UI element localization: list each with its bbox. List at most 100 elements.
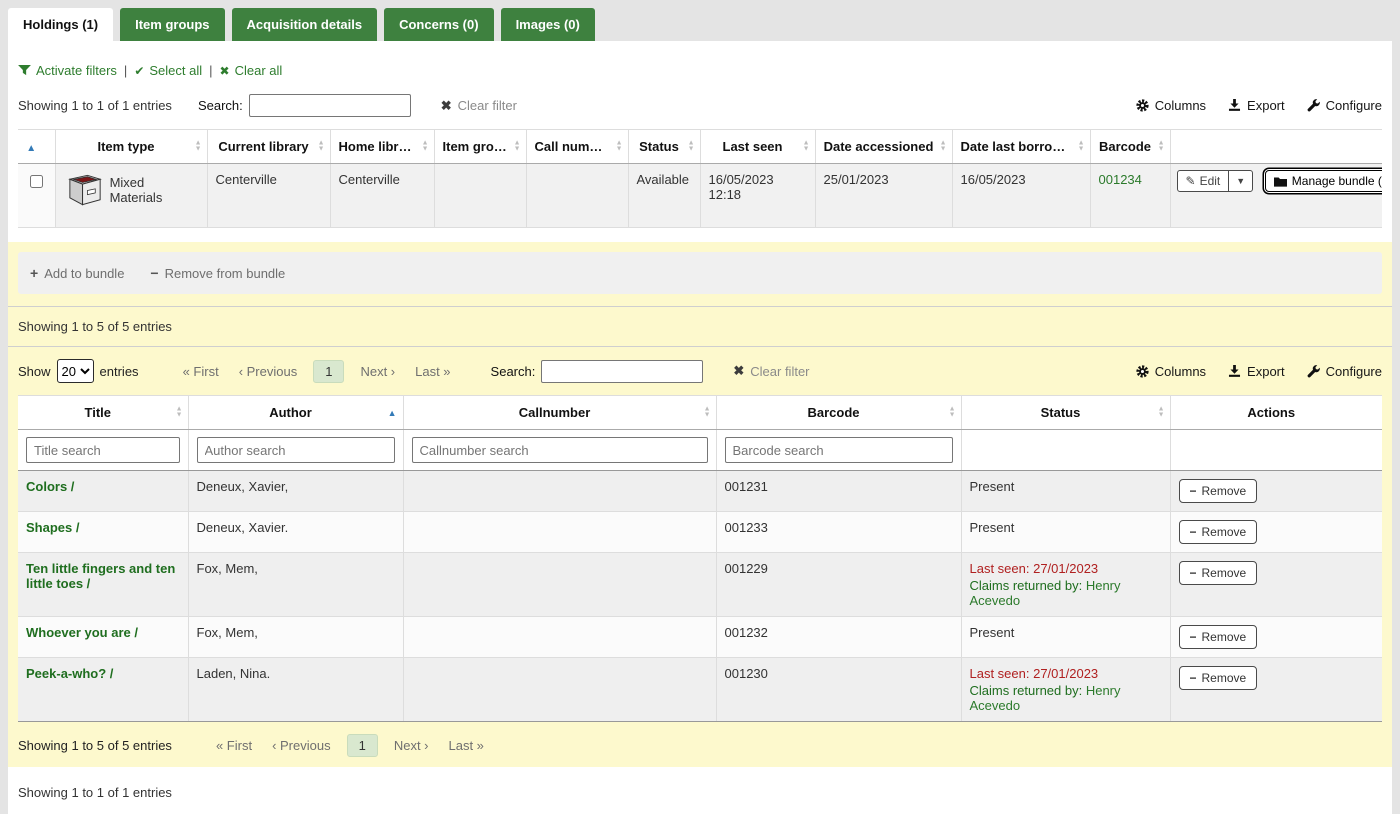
activate-filters-link[interactable]: Activate filters xyxy=(18,63,117,78)
bundle-header-row: Title▲▼Author▲Callnumber▲▼Barcode▲▼Statu… xyxy=(18,396,1382,430)
bundle-controls: Show 20 entries « First ‹ Previous 1 Nex… xyxy=(18,359,1382,383)
holdings-header-last-seen[interactable]: Last seen▲▼ xyxy=(700,130,815,164)
holdings-header-item-type[interactable]: Item type▲▼ xyxy=(55,130,207,164)
title-link[interactable]: Shapes / xyxy=(26,520,79,535)
tab-concerns[interactable]: Concerns (0) xyxy=(384,8,493,41)
first-page-button[interactable]: « First xyxy=(206,734,262,757)
status-claims: Claims returned by: Henry Acevedo xyxy=(970,578,1162,608)
sort-asc-icon: ▲ xyxy=(26,143,36,154)
bundle-clear-filter[interactable]: ✖ Clear filter xyxy=(733,363,809,379)
bundle-header-title[interactable]: Title▲▼ xyxy=(18,396,188,430)
edit-dropdown-toggle[interactable]: ▼ xyxy=(1228,171,1252,191)
patron-link[interactable]: Henry Acevedo xyxy=(970,683,1121,713)
barcode-filter-input[interactable] xyxy=(725,437,953,463)
holdings-controls: Showing 1 to 1 of 1 entries Search: ✖ Cl… xyxy=(18,94,1382,117)
page: Holdings (1) Item groups Acquisition det… xyxy=(0,0,1400,814)
next-page-button[interactable]: Next › xyxy=(350,360,405,383)
bundle-header-status[interactable]: Status▲▼ xyxy=(961,396,1170,430)
barcode-link[interactable]: 001234 xyxy=(1099,172,1142,187)
bundle-search-input[interactable] xyxy=(541,360,703,383)
holdings-header-date-accessioned[interactable]: Date accessioned▲▼ xyxy=(815,130,952,164)
holdings-header-sort[interactable]: ▲ xyxy=(18,130,55,164)
holdings-cell-itemtype: Mixed Materials xyxy=(55,164,207,228)
current-page-button[interactable]: 1 xyxy=(347,734,378,757)
previous-page-button[interactable]: ‹ Previous xyxy=(229,360,308,383)
bundle-header-author[interactable]: Author▲ xyxy=(188,396,403,430)
remove-button[interactable]: − Remove xyxy=(1179,625,1258,649)
remove-button[interactable]: − Remove xyxy=(1179,520,1258,544)
author-filter-input[interactable] xyxy=(197,437,395,463)
page-size-select[interactable]: 20 xyxy=(57,359,94,383)
tab-item-groups[interactable]: Item groups xyxy=(120,8,224,41)
manage-bundle-button[interactable]: Manage bundle (2|3) xyxy=(1265,170,1382,192)
bundle-cell-barcode: 001230 xyxy=(716,658,961,722)
first-page-button[interactable]: « First xyxy=(173,360,229,383)
columns-button[interactable]: Columns xyxy=(1136,364,1206,379)
bundle-cell-callnumber xyxy=(403,553,716,617)
configure-button[interactable]: Configure xyxy=(1307,364,1382,379)
next-page-button[interactable]: Next › xyxy=(384,734,439,757)
sort-icon: ▲▼ xyxy=(176,406,183,419)
pencil-icon: ✎ xyxy=(1186,174,1196,188)
tab-bar: Holdings (1) Item groups Acquisition det… xyxy=(8,8,1392,41)
title-link[interactable]: Peek-a-who? / xyxy=(26,666,113,681)
select-all-link[interactable]: ✔ Select all xyxy=(134,63,202,78)
holdings-cell-home-library: Centerville xyxy=(330,164,434,228)
clear-all-link[interactable]: ✖ Clear all xyxy=(220,63,283,78)
column-label: Status xyxy=(1041,405,1081,420)
bundle-cell-status: Last seen: 27/01/2023Claims returned by:… xyxy=(961,553,1170,617)
divider xyxy=(8,306,1392,307)
holdings-header-call-number[interactable]: Call number▲▼ xyxy=(526,130,628,164)
filter-links-row: Activate filters | ✔ Select all | ✖ Clea… xyxy=(18,63,1382,78)
holdings-header-item-group[interactable]: Item group▲▼ xyxy=(434,130,526,164)
patron-link[interactable]: Henry Acevedo xyxy=(970,578,1121,608)
column-label: Last seen xyxy=(723,139,783,154)
tab-images[interactable]: Images (0) xyxy=(501,8,595,41)
holdings-header-current-library[interactable]: Current library▲▼ xyxy=(207,130,330,164)
remove-from-bundle-button[interactable]: − Remove from bundle xyxy=(150,265,285,281)
last-page-button[interactable]: Last » xyxy=(405,360,460,383)
bundle-header-barcode[interactable]: Barcode▲▼ xyxy=(716,396,961,430)
remove-button[interactable]: − Remove xyxy=(1179,666,1258,690)
columns-label: Columns xyxy=(1155,364,1206,379)
holdings-cell-current-library: Centerville xyxy=(207,164,330,228)
holdings-header-barcode[interactable]: Barcode▲▼ xyxy=(1090,130,1170,164)
add-to-bundle-button[interactable]: + Add to bundle xyxy=(30,265,124,281)
callnumber-filter-input[interactable] xyxy=(412,437,708,463)
bundle-table-body: Colors /Deneux, Xavier,001231Present− Re… xyxy=(18,471,1382,722)
bundle-cell-title: Peek-a-who? / xyxy=(18,658,188,722)
current-page-button[interactable]: 1 xyxy=(313,360,344,383)
remove-button[interactable]: − Remove xyxy=(1179,561,1258,585)
edit-button[interactable]: ✎ Edit xyxy=(1178,171,1229,191)
bundle-cell-actions: − Remove xyxy=(1170,658,1382,722)
export-button[interactable]: Export xyxy=(1228,98,1285,113)
holdings-header-status[interactable]: Status▲▼ xyxy=(628,130,700,164)
sort-icon: ▲▼ xyxy=(940,140,947,153)
columns-button[interactable]: Columns xyxy=(1136,98,1206,113)
remove-button[interactable]: − Remove xyxy=(1179,479,1258,503)
edit-label: Edit xyxy=(1200,174,1221,188)
row-checkbox[interactable] xyxy=(30,175,43,188)
last-page-button[interactable]: Last » xyxy=(439,734,494,757)
title-filter-input[interactable] xyxy=(26,437,180,463)
sort-icon: ▲▼ xyxy=(1078,140,1085,153)
export-button[interactable]: Export xyxy=(1228,364,1285,379)
column-label: Item type xyxy=(97,139,154,154)
tab-holdings[interactable]: Holdings (1) xyxy=(8,8,113,41)
title-link[interactable]: Whoever you are / xyxy=(26,625,138,640)
column-label: Call number xyxy=(535,139,610,154)
holdings-clear-filter[interactable]: ✖ Clear filter xyxy=(441,98,517,114)
previous-page-button[interactable]: ‹ Previous xyxy=(262,734,341,757)
holdings-header-date-last-borrowed[interactable]: Date last borrowed▲▼ xyxy=(952,130,1090,164)
configure-button[interactable]: Configure xyxy=(1307,98,1382,113)
tab-acquisition-details[interactable]: Acquisition details xyxy=(232,8,378,41)
bundle-panel: + Add to bundle − Remove from bundle Sho… xyxy=(8,242,1392,767)
bundle-header-callnumber[interactable]: Callnumber▲▼ xyxy=(403,396,716,430)
sort-asc-icon: ▲ xyxy=(388,408,397,418)
title-link[interactable]: Colors / xyxy=(26,479,74,494)
title-link[interactable]: Ten little fingers and ten little toes / xyxy=(26,561,175,591)
holdings-search-input[interactable] xyxy=(249,94,411,117)
funnel-icon xyxy=(18,65,31,76)
holdings-cell-barcode: 001234 xyxy=(1090,164,1170,228)
holdings-header-home-library[interactable]: Home library▲▼ xyxy=(330,130,434,164)
